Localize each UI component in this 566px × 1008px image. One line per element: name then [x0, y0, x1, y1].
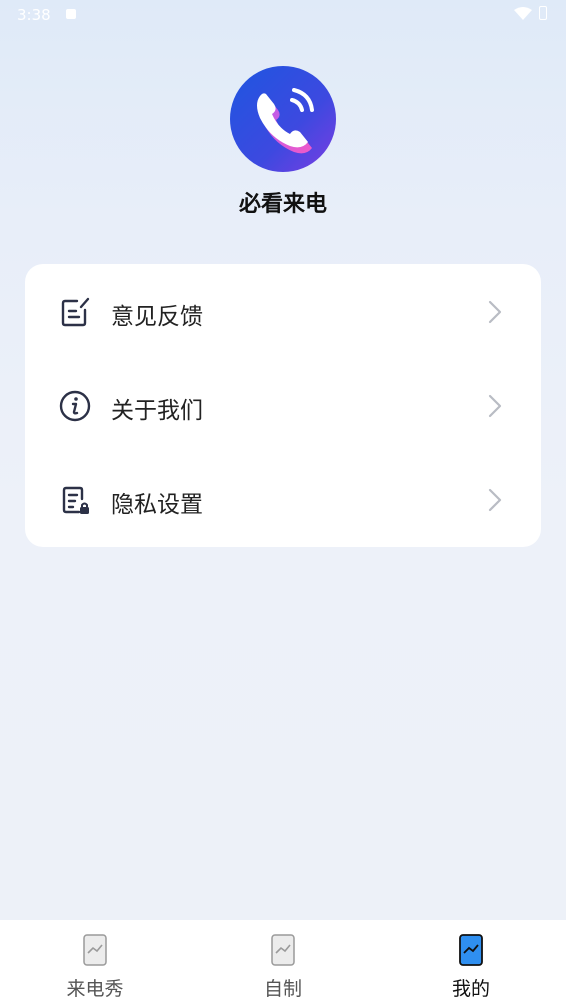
chevron-right-icon: [488, 488, 502, 512]
status-time: 3:38: [17, 6, 51, 24]
image-placeholder-icon: [459, 934, 483, 966]
tab-diy[interactable]: 自制: [203, 920, 363, 1008]
menu-item-feedback[interactable]: 意见反馈: [25, 264, 541, 358]
menu-item-label: 隐私设置: [111, 492, 203, 518]
menu-item-privacy-settings[interactable]: 隐私设置: [25, 452, 541, 546]
info-circle-icon: [59, 390, 91, 422]
menu-item-label: 关于我们: [111, 398, 203, 424]
privacy-document-lock-icon: [62, 486, 89, 514]
menu-item-label: 意见反馈: [111, 304, 203, 330]
app-name: 必看来电: [238, 192, 327, 217]
tab-mine[interactable]: 我的: [391, 920, 551, 1008]
tab-label: 我的: [451, 978, 490, 1000]
bottom-tab-bar: 来电秀 自制 我的: [0, 920, 566, 1008]
menu-card: 意见反馈 关于我们 隐私设置: [25, 264, 541, 547]
tab-call-show[interactable]: 来电秀: [15, 920, 175, 1008]
chevron-right-icon: [488, 394, 502, 418]
battery-icon: [539, 6, 547, 20]
app-logo-phone-icon: [230, 66, 336, 172]
image-placeholder-icon: [271, 934, 295, 966]
image-placeholder-icon: [83, 934, 107, 966]
chevron-right-icon: [488, 300, 502, 324]
status-bar: 3:38: [0, 0, 566, 30]
feedback-edit-icon: [61, 297, 90, 327]
menu-item-about-us[interactable]: 关于我们: [25, 358, 541, 452]
tab-label: 来电秀: [66, 978, 124, 1000]
wifi-icon: [514, 7, 532, 20]
notification-icon: [66, 9, 76, 19]
tab-label: 自制: [263, 978, 302, 1000]
